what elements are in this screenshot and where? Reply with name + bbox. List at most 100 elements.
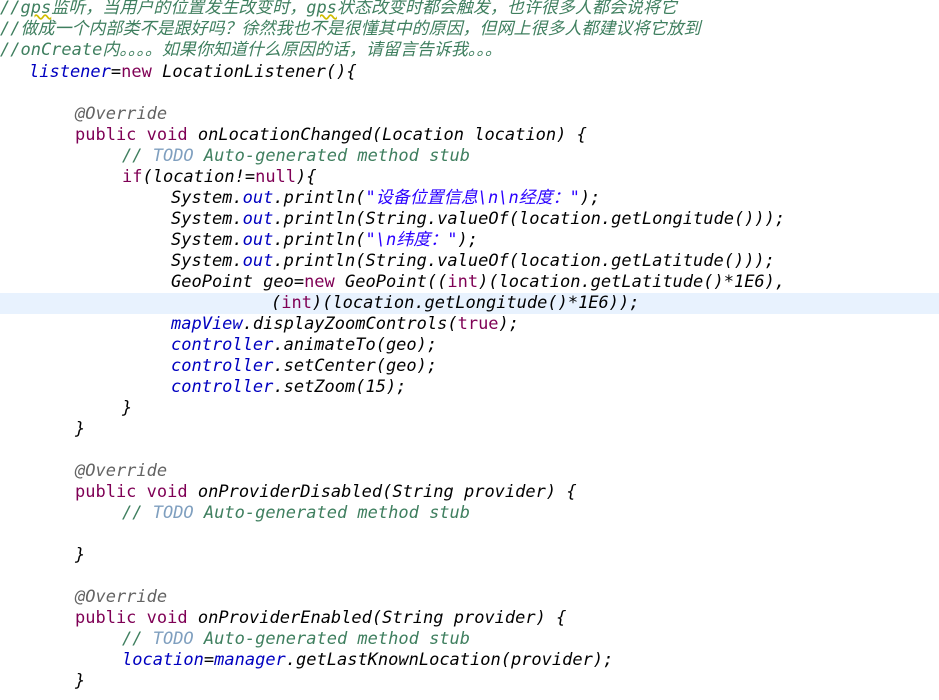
annotation-override: @Override [75,461,168,481]
closing-brace: } [75,419,86,439]
todo-tag: TODO [152,629,194,649]
code-line-println-4: System.out.println(String.valueOf(locati… [171,251,939,272]
method-signature: onLocationChanged(Location location) { [197,125,587,145]
code-text: .println(String. [273,209,438,229]
todo-tag: TODO [152,503,194,523]
code-line-todo-comment: // TODO Auto-generated method stub [122,503,939,524]
comment-gps-2: gps [306,0,337,18]
code-line-listener: listener=new LocationListener(){ [29,62,939,83]
code-text: ( [271,293,282,313]
keyword-void: void [146,125,188,145]
comment-text: Auto-generated method stub [193,146,471,166]
todo-tag: TODO [152,146,194,166]
code-text: (location.getLongitude())); [508,209,786,229]
field-out: out [242,251,274,271]
method-signature: onProviderDisabled(String provider) { [197,482,577,502]
comment-slashes: // [122,146,153,166]
code-text: .getLastKnownLocation(provider); [285,650,614,670]
code-text: .setCenter(geo); [273,356,438,376]
code-line-setcenter: controller.setCenter(geo); [171,356,939,377]
code-line-mapview: mapView.displayZoomControls(true); [171,314,939,335]
mapview-field: mapView [171,314,243,334]
comment-slashes: // [122,629,153,649]
keyword-int: int [447,272,479,292]
keyword-public: public [75,125,137,145]
code-editor[interactable]: //gps监听，当用户的位置发生改变时，gps状态改变时都会触发，也许很多人都会… [0,0,939,700]
method-signature: onProviderEnabled(String provider) { [197,608,567,628]
code-line-println-3: System.out.println("\n纬度："); [171,230,939,251]
keyword-void: void [146,608,188,628]
code-text: .setZoom(15); [273,377,407,397]
closing-brace: } [122,398,133,418]
code-text: System. [171,251,243,271]
code-text: ){ [296,167,317,187]
location-field: location [122,650,204,670]
code-text: GeoPoint geo= [171,272,305,292]
code-text: ); [498,314,520,334]
field-out: out [242,230,274,250]
code-text: GeoPoint(( [334,272,448,292]
keyword-null: null [255,167,297,187]
code-text: .displayZoomControls( [242,314,458,334]
code-line-method-signature: public void onLocationChanged(Location l… [75,125,939,146]
code-line-method-signature: public void onProviderEnabled(String pro… [75,608,939,629]
comment-gps-1: gps [20,0,52,18]
code-line-animate: controller.animateTo(geo); [171,335,939,356]
string-literal: "设备位置信息\n\n经度：" [365,188,580,208]
static-method-valueof: valueOf [437,209,509,229]
code-text: (location.getLatitude())); [508,251,775,271]
code-text: .println( [273,188,366,208]
manager-field: manager [214,650,286,670]
code-text: ); [457,230,478,250]
keyword-public: public [75,482,137,502]
keyword-true: true [457,314,499,334]
code-line-comment-1: //gps监听，当用户的位置发生改变时，gps状态改变时都会触发，也许很多人都会… [0,0,939,19]
closing-brace: } [75,545,86,565]
controller-field: controller [171,356,274,376]
comment-text: 监听，当用户的位置发生改变时， [51,0,307,18]
operator: = [110,62,122,82]
annotation-override: @Override [75,587,168,607]
code-text: LocationListener(){ [151,62,357,82]
keyword-if: if [122,167,143,187]
closing-brace: } [75,671,86,691]
code-text: System. [171,188,243,208]
code-line-todo-comment: // TODO Auto-generated method stub [122,629,939,650]
code-line-method-signature: public void onProviderDisabled(String pr… [75,482,939,503]
keyword-int: int [281,293,312,313]
controller-field: controller [171,335,274,355]
code-text: System. [171,209,243,229]
code-line-comment-3: //onCreate内。。。。如果你知道什么原因的话，请留言告诉我。。。 [0,40,502,60]
comment-text: 状态改变时都会触发，也许很多人都会说将它 [336,0,677,18]
code-text: .println(String. [273,251,438,271]
code-line-current[interactable]: (int)(location.getLongitude()*1E6)); [0,293,939,314]
code-text: .animateTo(geo); [273,335,438,355]
comment-text: Auto-generated method stub [193,629,471,649]
code-text: ); [579,188,601,208]
keyword-void: void [146,482,188,502]
field-out: out [242,188,274,208]
comment-slashes: // [0,0,21,18]
code-text: System. [171,230,243,250]
code-line-if: if(location!=null){ [122,167,939,188]
comment-slashes: // [122,503,153,523]
code-line-comment-2: //做成一个内部类不是跟好吗？徐然我也不是很懂其中的原因，但网上很多人都建议将它… [0,19,701,39]
code-line-location-assign: location=manager.getLastKnownLocation(pr… [122,650,939,671]
code-line-println-1: System.out.println("设备位置信息\n\n经度："); [171,188,939,209]
controller-field: controller [171,377,274,397]
code-line-todo-comment: // TODO Auto-generated method stub [122,146,939,167]
field-out: out [242,209,274,229]
code-line-geopoint: GeoPoint geo=new GeoPoint((int)(location… [171,272,939,293]
listener-field: listener [29,62,111,82]
keyword-new: new [121,62,152,82]
code-text: (location!= [142,167,256,187]
code-text: )(location.getLongitude()*1E6)); [311,293,640,313]
static-method-valueof: valueOf [437,251,509,271]
code-line-setzoom: controller.setZoom(15); [171,377,939,398]
code-text: .println( [273,230,366,250]
keyword-public: public [75,608,137,628]
code-line-println-2: System.out.println(String.valueOf(locati… [171,209,939,230]
operator: = [203,650,215,670]
string-literal: "\n纬度：" [365,230,458,250]
comment-text: Auto-generated method stub [193,503,471,523]
